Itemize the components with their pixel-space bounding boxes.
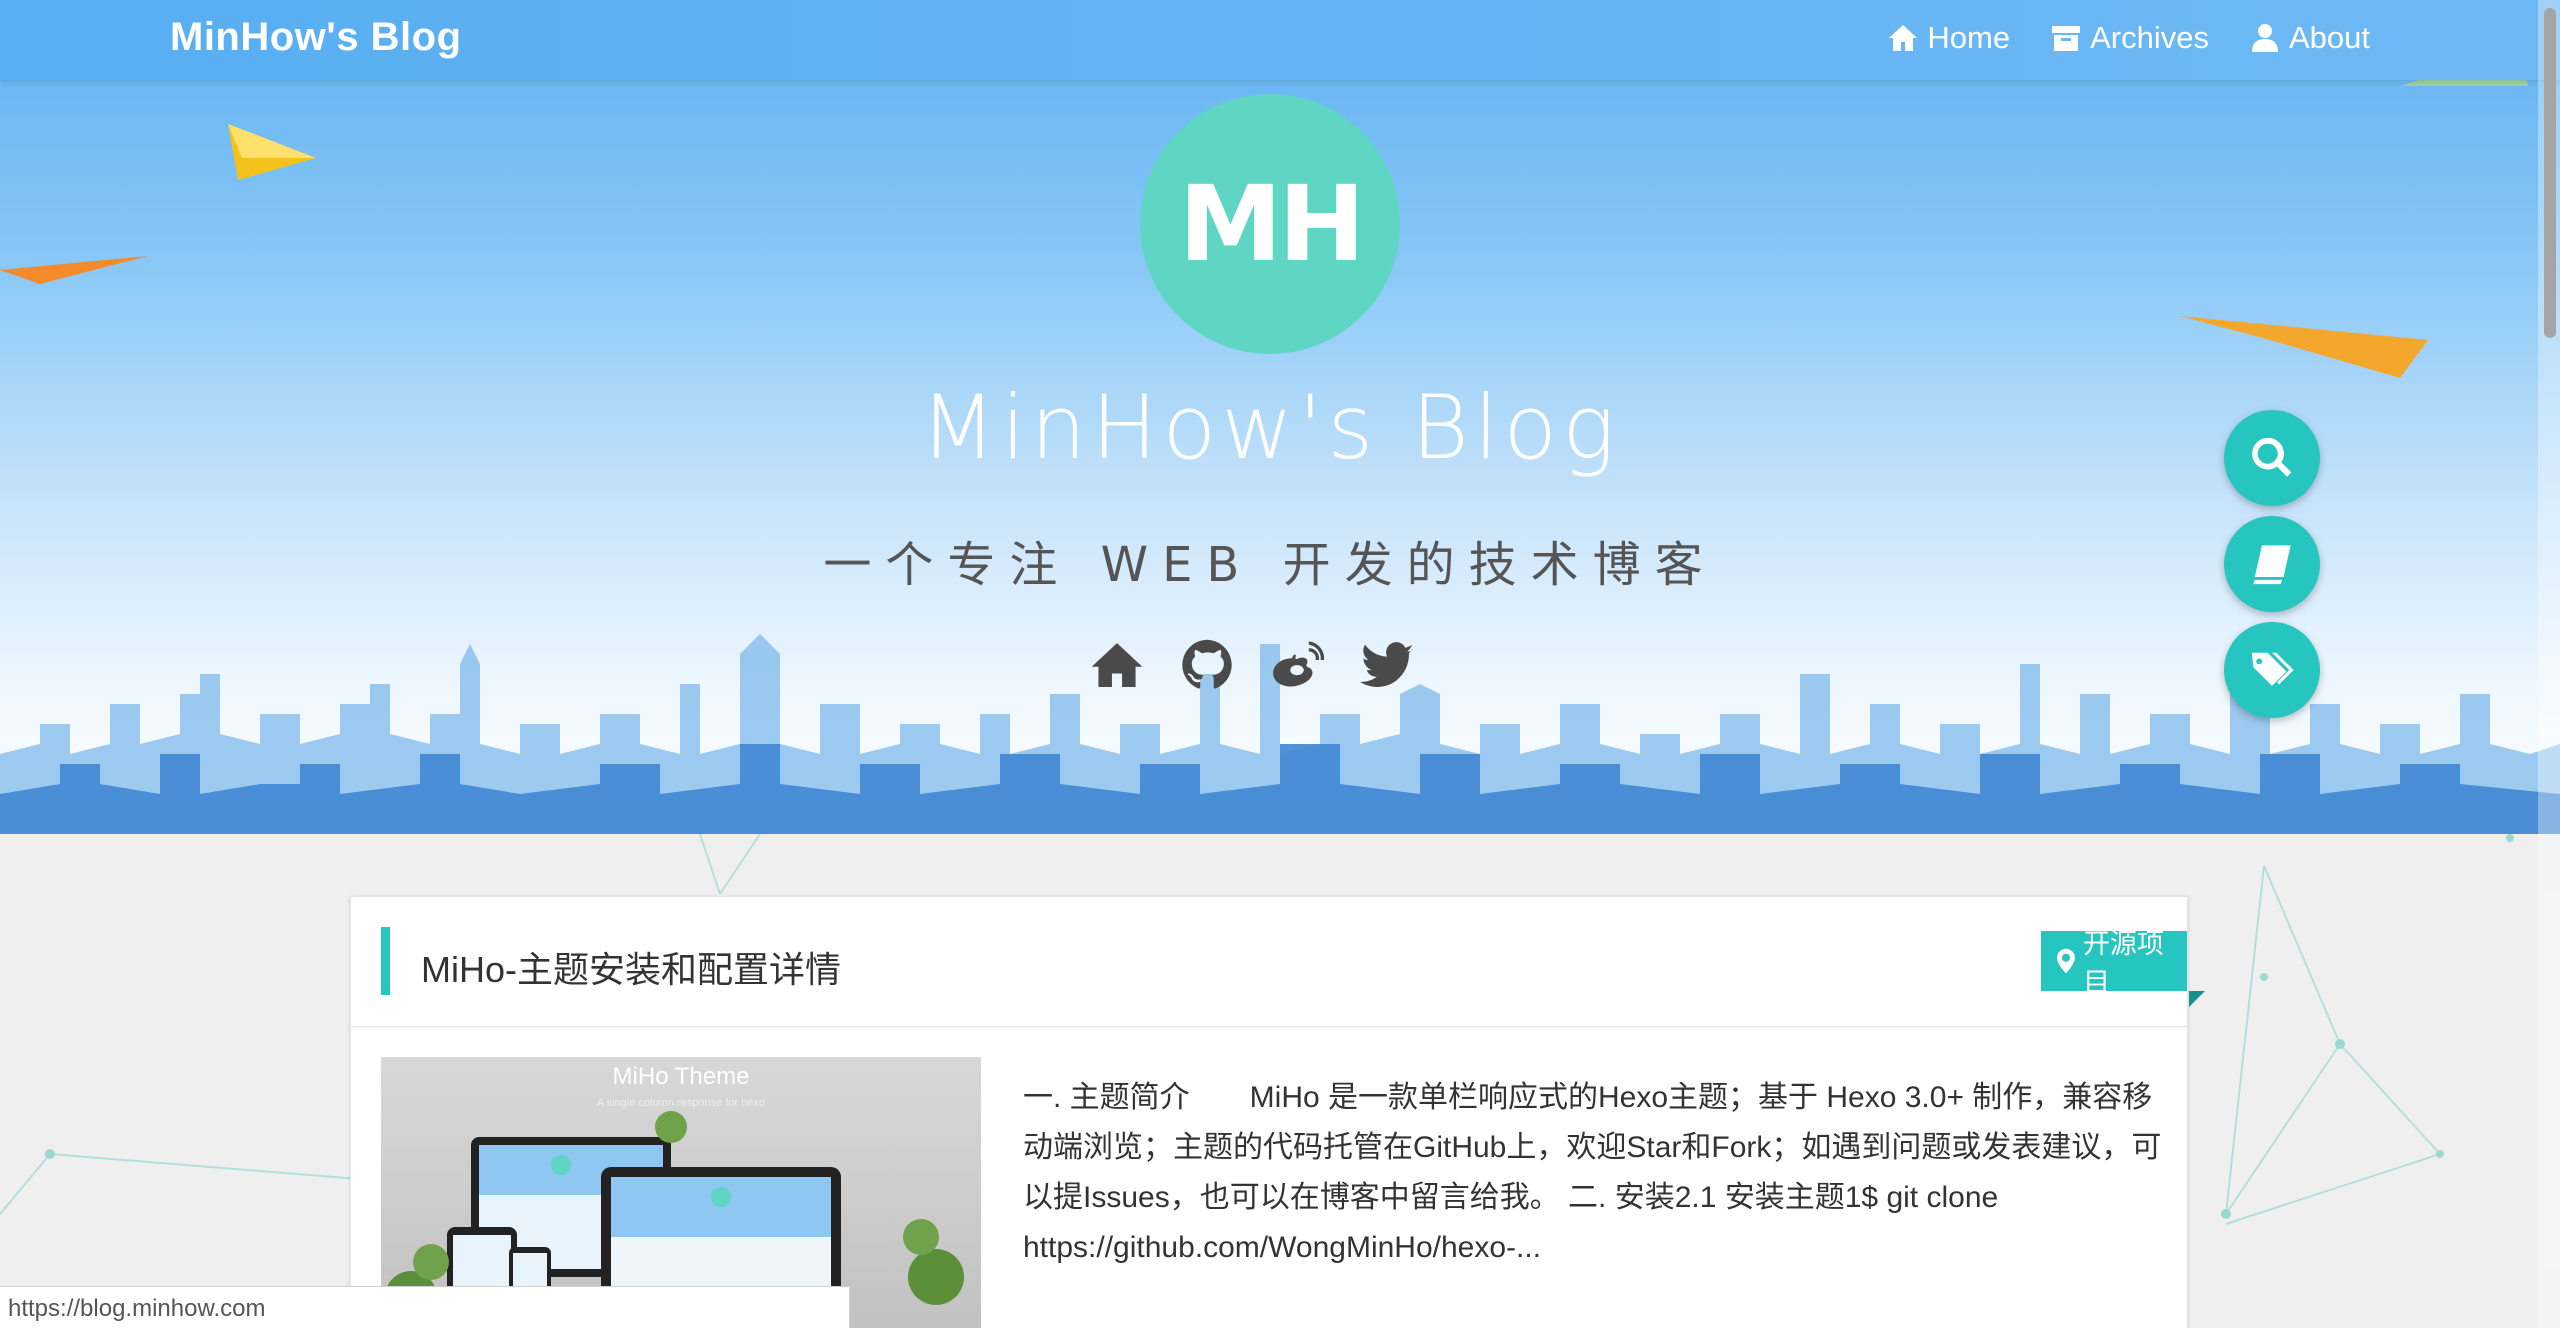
home-link[interactable]: [1090, 638, 1144, 692]
post-title[interactable]: MiHo-主题安装和配置详情: [421, 941, 841, 993]
tags-icon: [2251, 652, 2294, 686]
nav-archives-label: Archives: [2090, 20, 2209, 55]
map-marker-icon: [2057, 948, 2075, 974]
home-icon: [1889, 25, 1918, 51]
avatar-initials: MH: [1178, 163, 1366, 285]
archive-icon: [2052, 26, 2081, 51]
nav-home[interactable]: Home: [1887, 20, 2010, 56]
github-icon: [1182, 639, 1232, 689]
book-icon: [2253, 545, 2291, 585]
twitter-icon: [1360, 642, 1413, 687]
category-badge[interactable]: 开源项目: [2041, 929, 2187, 998]
weibo-icon: [1273, 641, 1325, 687]
weibo-link[interactable]: [1270, 638, 1325, 692]
scrollbar-thumb[interactable]: [2544, 8, 2556, 338]
search-button[interactable]: [2224, 410, 2320, 506]
title-accent-bar: [381, 927, 390, 995]
paper-plane-decoration: [228, 124, 316, 180]
paper-plane-decoration: [0, 256, 148, 284]
site-subtitle: 一个专注 WEB 开发的技术博客: [823, 537, 1717, 593]
twitter-link[interactable]: [1360, 638, 1414, 692]
nav-archives[interactable]: Archives: [2050, 20, 2209, 56]
badge-fold: [2189, 991, 2205, 1007]
home-icon: [1091, 643, 1143, 687]
social-links: [1090, 638, 1414, 692]
brand-link[interactable]: MinHow's Blog: [170, 15, 462, 60]
link-status-bar: https://blog.minhow.com: [0, 1286, 850, 1328]
main-nav: Home Archives About: [1887, 0, 2370, 76]
top-navbar: MinHow's Blog Home Archives About: [0, 0, 2560, 80]
site-title: MinHow's Blog: [920, 376, 1620, 479]
github-link[interactable]: [1180, 638, 1234, 692]
search-icon: [2252, 437, 2292, 477]
post-card: MiHo-主题安装和配置详情 开源项目 MiHo Theme A single …: [350, 896, 2205, 1328]
user-icon: [2251, 24, 2278, 52]
nav-about[interactable]: About: [2249, 20, 2370, 56]
avatar[interactable]: MH: [1140, 94, 1400, 354]
post-header: MiHo-主题安装和配置详情 开源项目: [351, 897, 2187, 1027]
nav-about-label: About: [2288, 20, 2370, 55]
archives-book-button[interactable]: [2224, 516, 2320, 612]
post-excerpt: 一. 主题简介 MiHo 是一款单栏响应式的Hexo主题；基于 Hexo 3.0…: [1023, 1081, 2162, 1264]
category-label: 开源项目: [2082, 929, 2164, 998]
tags-button[interactable]: [2224, 622, 2320, 718]
paper-plane-decoration: [2180, 316, 2428, 378]
nav-home-label: Home: [1927, 20, 2011, 55]
